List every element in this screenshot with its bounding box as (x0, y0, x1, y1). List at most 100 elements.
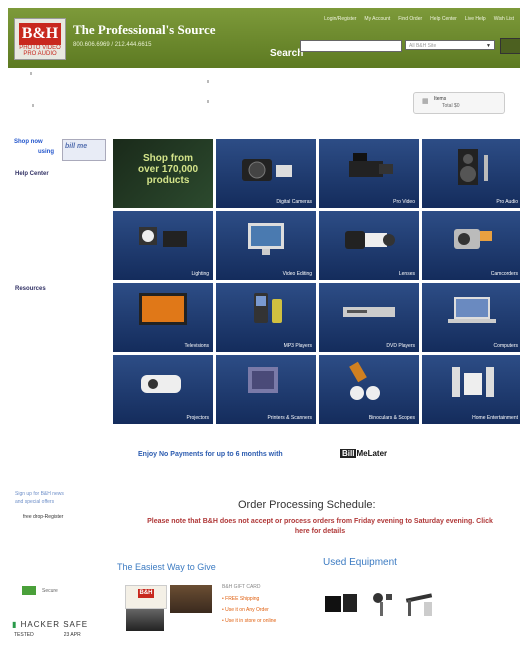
logo-text: B&H (19, 23, 61, 45)
brand-name: The Professional's Source (73, 22, 216, 37)
cart-widget[interactable]: ▦ Items Total $0 (413, 92, 505, 114)
shop-now-using-label[interactable]: using (38, 149, 54, 155)
camcorder-icon (454, 229, 492, 249)
category-tile-lighting[interactable]: Lighting (113, 211, 213, 280)
speaker-icon (458, 149, 488, 185)
category-tile-home-entertainment[interactable]: Home Entertainment (422, 355, 520, 424)
light-icon (139, 227, 187, 247)
category-tile-lenses[interactable]: Lenses (319, 211, 419, 280)
gift-card-heading[interactable]: The Easiest Way to Give (117, 562, 216, 572)
signup-line-1: Sign up for B&H news (15, 491, 64, 497)
category-tile-pro-audio[interactable]: Pro Audio (422, 139, 520, 208)
category-tile-pro-video[interactable]: Pro Video (319, 139, 419, 208)
used-tripod-icon[interactable] (368, 590, 398, 618)
lens-icon (345, 231, 395, 249)
camera-icon (242, 159, 292, 181)
decor-mark (207, 80, 209, 83)
category-label: DVD Players (386, 343, 415, 349)
category-label: Pro Audio (496, 199, 518, 205)
billme-sidebar-text: bill me (65, 143, 88, 150)
top-link-wishlist[interactable]: Wish List (494, 16, 514, 22)
gift-bullet: • Use it on Any Order (222, 607, 269, 613)
top-link-live-help[interactable]: Live Help (465, 16, 486, 22)
video-camera-icon (349, 153, 393, 177)
no-payments-promo-link[interactable]: Enjoy No Payments for up to 6 months wit… (138, 451, 283, 458)
billme-sidebar-logo[interactable]: bill me (62, 139, 106, 161)
gift-card-title: B&H GIFT CARD (222, 584, 261, 590)
order-schedule-body: Please note that B&H does not accept or … (147, 518, 475, 525)
shop-now-label[interactable]: Shop now (14, 139, 43, 145)
billme-suffix: MeLater (356, 449, 388, 458)
laptop-icon (448, 297, 496, 323)
search-label: Search (270, 48, 304, 59)
cart-total: Total $0 (442, 103, 460, 109)
category-tile-printers-scanners[interactable]: Printers & Scanners (216, 355, 316, 424)
gift-bullet-text: Use it in store or online (225, 618, 277, 624)
tv-icon (139, 293, 187, 325)
gift-bullet: • FREE Shipping (222, 596, 260, 602)
signup-link[interactable]: Sign up for B&H news and special offers (15, 490, 64, 506)
hacker-safe-text: HACKER SAFE (20, 620, 89, 629)
promo-tile-text: Shop from over 170,000 products (137, 153, 199, 186)
promo-tile[interactable]: Shop from over 170,000 products (113, 139, 213, 208)
top-links: Login/Register My Account Find Order Hel… (324, 16, 514, 22)
category-tile-video-editing[interactable]: Video Editing (216, 211, 316, 280)
tested-label: TESTED (14, 632, 34, 638)
category-tile-digital-cameras[interactable]: Digital Cameras (216, 139, 316, 208)
category-grid: Shop from over 170,000 products Digital … (113, 139, 520, 429)
category-tile-dvd-players[interactable]: DVD Players (319, 283, 419, 352)
top-link-account[interactable]: My Account (364, 16, 390, 22)
billme-prefix: Bill (340, 449, 357, 458)
gift-thumb-image (126, 609, 164, 631)
cart-icon: ▦ (422, 98, 429, 105)
resources-title: Resources (15, 286, 46, 292)
category-label: Pro Video (393, 199, 415, 205)
order-schedule-notice: Please note that B&H does not accept or … (140, 517, 500, 537)
projector-icon (141, 375, 181, 393)
category-tile-televisions[interactable]: Televisions (113, 283, 213, 352)
used-stand-icon[interactable] (402, 592, 436, 618)
binoculars-icon (349, 361, 380, 400)
category-tile-binoculars-scopes[interactable]: Binoculars & Scopes (319, 355, 419, 424)
bh-logo[interactable]: B&H PHOTO VIDEO PRO AUDIO (14, 18, 66, 60)
gift-card-image[interactable]: B&H (125, 585, 167, 609)
secure-badge-label: Secure (42, 588, 58, 594)
decor-mark (32, 104, 34, 107)
signup-line-2: and special offers (15, 499, 55, 505)
free-drop-register[interactable]: free drop-Register (23, 514, 63, 520)
top-link-help[interactable]: Help Center (430, 16, 457, 22)
category-tile-computers[interactable]: Computers (422, 283, 520, 352)
category-label: Video Editing (282, 271, 312, 277)
category-tile-camcorders[interactable]: Camcorders (422, 211, 520, 280)
help-center-title: Help Center (15, 171, 49, 177)
category-tile-mp3-players[interactable]: MP3 Players (216, 283, 316, 352)
gift-bullet-text: Use it on Any Order (225, 607, 269, 613)
billmelater-logo[interactable]: Bill MeLater (340, 449, 387, 458)
gift-box-image (170, 585, 212, 613)
mp3-player-icon (254, 293, 282, 323)
category-label: Lighting (191, 271, 209, 277)
category-tile-projectors[interactable]: Projectors (113, 355, 213, 424)
used-equipment-heading[interactable]: Used Equipment (323, 557, 397, 568)
dvd-player-icon (343, 307, 395, 317)
category-label: Lenses (398, 271, 415, 277)
chevron-down-icon: ▼ (486, 43, 491, 49)
used-camera-icon[interactable] (323, 592, 363, 618)
search-input[interactable] (300, 40, 402, 52)
tested-line: TESTED 23 APR (14, 632, 81, 638)
search-scope-select[interactable]: All B&H Site ▼ (405, 40, 495, 50)
phone-line: 800.606.6969 / 212.444.6615 (73, 42, 152, 48)
site-header: B&H PHOTO VIDEO PRO AUDIO The Profession… (8, 8, 520, 68)
lock-icon: ▮ (12, 620, 18, 629)
monitor-icon (248, 223, 284, 255)
category-label: Camcorders (490, 271, 518, 277)
top-link-login[interactable]: Login/Register (324, 16, 356, 22)
tested-date: 23 APR (63, 632, 81, 638)
scanner-icon (248, 367, 278, 393)
gift-card-logo: B&H (138, 589, 154, 598)
top-link-find-order[interactable]: Find Order (398, 16, 422, 22)
search-scope-value: All B&H Site (409, 43, 437, 49)
category-label: Home Entertainment (472, 415, 518, 421)
hacker-safe-badge[interactable]: ▮ HACKER SAFE (12, 620, 88, 629)
search-go-button[interactable] (500, 38, 520, 54)
